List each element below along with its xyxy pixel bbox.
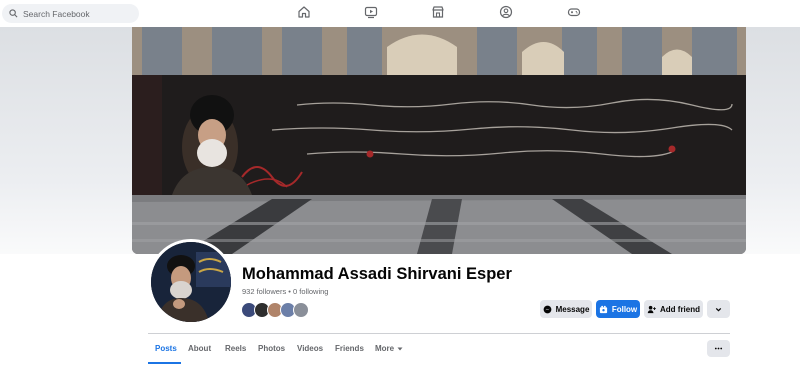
friend-avatar[interactable] bbox=[293, 302, 309, 318]
tab-about[interactable]: About bbox=[188, 344, 211, 353]
tab-videos[interactable]: Videos bbox=[297, 344, 323, 353]
follow-button[interactable]: Follow bbox=[596, 300, 640, 318]
follow-label: Follow bbox=[611, 304, 638, 314]
tab-reels[interactable]: Reels bbox=[225, 344, 246, 353]
more-options-button[interactable] bbox=[707, 300, 730, 318]
message-button[interactable]: Message bbox=[540, 300, 592, 318]
mutual-friend-avatars[interactable] bbox=[241, 302, 309, 318]
video-icon[interactable] bbox=[364, 5, 378, 19]
marketplace-icon[interactable] bbox=[431, 5, 445, 19]
following-count[interactable]: 0 following bbox=[293, 287, 328, 296]
add-friend-icon bbox=[647, 305, 656, 313]
ellipsis-icon bbox=[714, 347, 723, 350]
top-navigation-bar: Search Facebook bbox=[0, 0, 800, 27]
add-friend-button[interactable]: Add friend bbox=[644, 300, 703, 318]
home-icon[interactable] bbox=[297, 5, 311, 19]
tab-more[interactable]: More bbox=[375, 344, 403, 353]
search-placeholder: Search Facebook bbox=[23, 8, 90, 19]
tab-more-label: More bbox=[375, 344, 395, 353]
profile-divider bbox=[148, 333, 730, 334]
add-friend-label: Add friend bbox=[660, 304, 700, 314]
groups-icon[interactable] bbox=[499, 5, 513, 19]
gaming-icon[interactable] bbox=[567, 5, 581, 19]
cover-photo[interactable] bbox=[132, 27, 746, 254]
caret-down-icon bbox=[397, 347, 403, 350]
profile-name: Mohammad Assadi Shirvani Esper bbox=[242, 265, 512, 283]
message-label: Message bbox=[555, 304, 590, 314]
tabs-more-button[interactable] bbox=[707, 340, 730, 357]
followers-count[interactable]: 932 followers bbox=[242, 287, 286, 296]
active-tab-indicator bbox=[148, 362, 181, 364]
chevron-down-icon bbox=[715, 307, 722, 312]
profile-avatar[interactable] bbox=[148, 239, 234, 325]
follow-icon bbox=[599, 305, 607, 313]
search-input[interactable]: Search Facebook bbox=[2, 4, 139, 23]
messenger-icon bbox=[543, 305, 551, 313]
tab-posts[interactable]: Posts bbox=[155, 344, 177, 353]
search-icon bbox=[9, 9, 18, 18]
tab-friends[interactable]: Friends bbox=[335, 344, 364, 353]
follow-stats: 932 followers • 0 following bbox=[242, 287, 328, 296]
stats-separator: • bbox=[288, 287, 291, 296]
tab-photos[interactable]: Photos bbox=[258, 344, 285, 353]
